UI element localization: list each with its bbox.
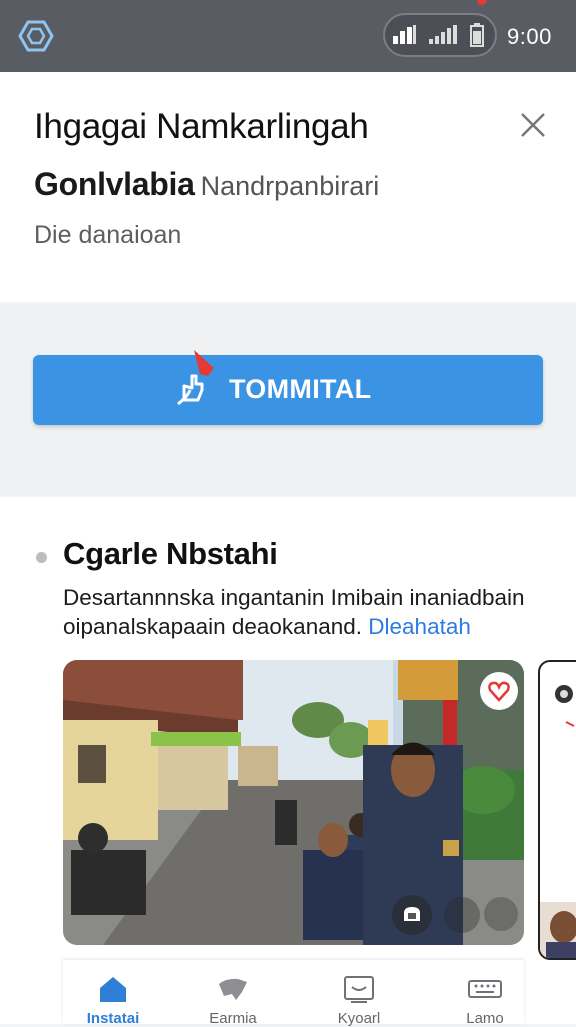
battery-icon <box>470 23 484 47</box>
nav-item-kyoarl[interactable]: Kyoarl <box>309 968 409 1027</box>
header-caption: Die danaioan <box>34 221 182 249</box>
subtitle-row: Gonlvlabia Nandrpanbirari <box>34 166 379 203</box>
media-icon <box>344 976 374 1003</box>
status-time: 9:00 <box>507 24 552 49</box>
section-bullet <box>36 552 47 563</box>
hand-tap-icon <box>177 350 214 406</box>
home-icon <box>100 977 126 1002</box>
primary-cta-label: TOMMITAL <box>229 374 372 404</box>
signal-bars-icon <box>429 25 457 44</box>
signal-icon <box>393 25 416 44</box>
bottom-nav: Instatai Earmia Kyoarl Lamo <box>63 960 524 1027</box>
nav-item-earmia[interactable]: Earmia <box>183 968 283 1027</box>
subtitle-main: Gonlvlabia <box>34 166 195 202</box>
description-link[interactable]: Dleahatah <box>368 614 471 639</box>
camera-icon[interactable] <box>392 895 432 935</box>
nav-item-lamo[interactable]: Lamo <box>435 968 535 1027</box>
close-icon[interactable] <box>512 104 554 146</box>
explore-icon <box>219 978 247 1000</box>
keyboard-icon <box>468 980 502 998</box>
nav-label: Lamo <box>466 1010 504 1027</box>
nav-label: Instatai <box>86 1010 140 1027</box>
nav-label: Earmia <box>209 1010 257 1027</box>
section-description: Desartannnska ingantanin Imibain inaniad… <box>63 583 563 641</box>
section-title: Cgarle Nbstahi <box>63 536 278 571</box>
app-logo-icon[interactable] <box>18 18 54 54</box>
share-icon[interactable] <box>444 897 480 933</box>
subtitle-secondary: Nandrpanbirari <box>200 171 380 201</box>
more-icon[interactable] <box>484 897 518 931</box>
nav-item-instatai[interactable]: Instatai <box>63 968 163 1027</box>
nav-label: Kyoarl <box>337 1010 381 1027</box>
next-photo-card[interactable] <box>538 660 576 960</box>
page-title: Ihgagai Namkarlingah <box>34 107 369 146</box>
heart-icon[interactable] <box>480 672 518 710</box>
